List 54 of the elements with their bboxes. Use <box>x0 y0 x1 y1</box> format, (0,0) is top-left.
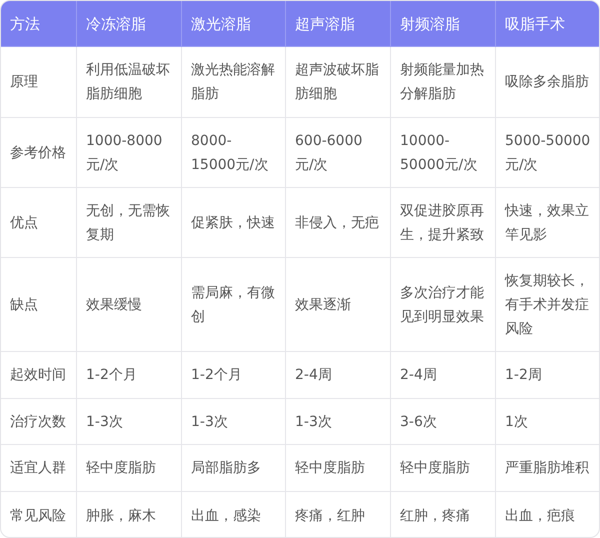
table-cell-text: 快速，效果立竿见影 <box>505 202 590 244</box>
table-cell-text: 600-6000元/次 <box>295 132 364 174</box>
table-cell-text: 多次治疗才能见到明显效果 <box>400 284 485 326</box>
table-cell-text: 射频能量加热分解脂肪 <box>400 61 485 104</box>
table-cell-text: 局部脂肪多 <box>191 459 261 478</box>
table-cell-text: 2-4周 <box>295 366 332 385</box>
table-cell-text: 1次 <box>505 412 528 432</box>
column-header: 方法 <box>1 1 77 47</box>
table-cell-text: 出血，疤痕 <box>505 506 575 526</box>
table-cell-text: 1-2周 <box>505 366 542 385</box>
table-cell-text: 严重脂肪堆积 <box>505 459 589 478</box>
column-header: 超声溶脂 <box>286 1 391 47</box>
table-cell-text: 非侵入，无疤 <box>295 214 379 232</box>
table-cell-text: 8000-15000元/次 <box>191 132 270 174</box>
table-cell-text: 1000-8000元/次 <box>86 132 164 174</box>
table-cell-text: 吸除多余脂肪 <box>505 73 589 92</box>
table-cell-text: 2-4周 <box>400 366 437 385</box>
table-cell-text: 轻中度脂肪 <box>295 459 365 478</box>
table-cell-text: 3-6次 <box>400 412 437 432</box>
row-header: 起效时间 <box>10 366 66 385</box>
table-cell-text: 激光热能溶解脂肪 <box>191 61 275 104</box>
row-header: 常见风险 <box>10 506 66 526</box>
table-cell-text: 促紧肤，快速 <box>191 214 275 232</box>
table-cell-text: 1-3次 <box>295 412 332 432</box>
table-cell-text: 轻中度脂肪 <box>86 459 156 478</box>
table-cell-text: 5000-50000元/次 <box>505 132 591 174</box>
row-header: 治疗次数 <box>10 412 66 432</box>
table-cell-text: 1-2个月 <box>86 366 137 385</box>
column-header: 射频溶脂 <box>391 1 496 47</box>
table-cell-text: 双促进胶原再生，提升紧致 <box>400 202 485 244</box>
table-cell-text: 恢复期较长，有手术并发症风险 <box>505 272 590 338</box>
table-cell-text: 利用低温破坏脂肪细胞 <box>86 61 171 104</box>
table-cell-text: 需局麻，有微创 <box>191 284 275 326</box>
row-header: 优点 <box>10 214 38 232</box>
table-cell-text: 超声波破坏脂肪细胞 <box>295 61 380 104</box>
column-header: 冷冻溶脂 <box>77 1 182 47</box>
table-cell-text: 疼痛，红肿 <box>295 506 365 526</box>
row-header: 适宜人群 <box>10 459 66 478</box>
column-header: 激光溶脂 <box>182 1 286 47</box>
table-cell-text: 10000-50000元/次 <box>400 132 478 174</box>
table-cell-text: 效果缓慢 <box>86 296 142 314</box>
table-cell-text: 轻中度脂肪 <box>400 459 470 478</box>
table-cell-text: 效果逐渐 <box>295 296 351 314</box>
table-cell-text: 1-2个月 <box>191 366 242 385</box>
row-header: 参考价格 <box>10 144 66 162</box>
table-cell-text: 红肿，疼痛 <box>400 506 470 526</box>
column-header: 吸脂手术 <box>496 1 599 47</box>
table-cell-text: 无创，无需恢复期 <box>86 202 171 244</box>
row-header: 原理 <box>10 73 38 92</box>
table-cell-text: 1-3次 <box>191 412 228 432</box>
table-cell-text: 肿胀，麻木 <box>86 506 156 526</box>
table-cell-text: 出血，感染 <box>191 506 261 526</box>
row-header: 缺点 <box>10 296 38 314</box>
table-cell-text: 1-3次 <box>86 412 123 432</box>
